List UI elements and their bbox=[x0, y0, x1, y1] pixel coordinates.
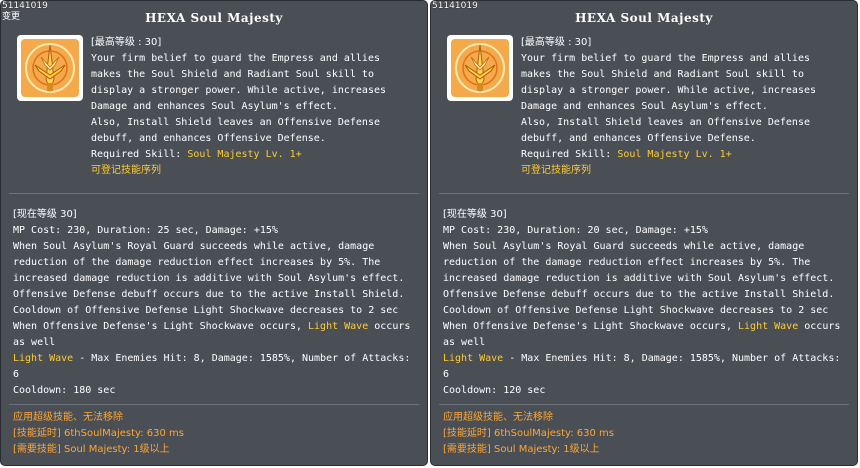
skill-id: 51141019 bbox=[2, 1, 48, 11]
effect-line: Cooldown of Offensive Defense Light Shoc… bbox=[13, 305, 399, 316]
desc-line: makes the Soul Shield and Radiant Soul s… bbox=[91, 69, 374, 80]
lightwave-detail: - Max Enemies Hit: 8, Damage: 1585%, Num… bbox=[503, 353, 841, 364]
as-well-line: as well bbox=[13, 337, 56, 348]
desc-line: Damage and enhances Soul Asylum's effect… bbox=[91, 101, 338, 112]
desc-line: Your firm belief to guard the Empress an… bbox=[91, 53, 380, 64]
desc-line: display a stronger power. While active, … bbox=[521, 85, 817, 96]
occurs-prefix: When Offensive Defense's Light Shockwave… bbox=[13, 321, 309, 332]
occurs-suffix: occurs bbox=[798, 321, 841, 332]
skill-icon-frame bbox=[17, 35, 83, 101]
skill-title: HEXA Soul Majesty bbox=[145, 11, 283, 25]
lightwave-name: Light Wave bbox=[443, 353, 504, 364]
soul-majesty-icon bbox=[451, 39, 509, 97]
registrable-sequence: 可登记技能序列 bbox=[91, 165, 161, 176]
required-skill-label: Required Skill: bbox=[91, 149, 188, 160]
cooldown-line: Cooldown: 180 sec bbox=[13, 385, 116, 396]
skill-level-details: [现在等级 30] MP Cost: 230, Duration: 20 sec… bbox=[443, 207, 853, 399]
soul-majesty-icon bbox=[21, 39, 79, 97]
required-skill-line: Required Skill: Soul Majesty Lv. 1+ bbox=[521, 147, 857, 163]
divider bbox=[9, 404, 419, 405]
skill-icon-frame bbox=[447, 35, 513, 101]
desc-line: Your firm belief to guard the Empress an… bbox=[521, 53, 810, 64]
effect-line: Offensive Defense debuff occurs due to t… bbox=[13, 289, 405, 300]
skill-level-details: [现在等级 30] MP Cost: 230, Duration: 25 sec… bbox=[13, 207, 423, 399]
effect-line: reduction of the damage reduction effect… bbox=[13, 257, 381, 268]
desc-line: Also, Install Shield leaves an Offensive… bbox=[91, 117, 380, 128]
max-level-label: [最高等级 : 30] bbox=[91, 37, 162, 48]
skill-id: 51141019 bbox=[432, 1, 478, 11]
footer-line: [需要技能] Soul Majesty: 1级以上 bbox=[13, 444, 170, 455]
occurs-highlight: Light Wave bbox=[308, 321, 369, 332]
lightwave-attacks: 6 bbox=[443, 369, 450, 380]
current-level-label: [现在等级 30] bbox=[13, 209, 77, 220]
desc-line: display a stronger power. While active, … bbox=[91, 85, 387, 96]
footer-line: [需要技能] Soul Majesty: 1级以上 bbox=[443, 444, 600, 455]
occurs-suffix: occurs bbox=[368, 321, 411, 332]
divider bbox=[9, 193, 419, 194]
footer-line: [技能延时] 6thSoulMajesty: 630 ms bbox=[13, 428, 184, 439]
occurs-line: When Offensive Defense's Light Shockwave… bbox=[443, 319, 853, 335]
registrable-sequence: 可登记技能序列 bbox=[521, 165, 591, 176]
cooldown-line: Cooldown: 120 sec bbox=[443, 385, 546, 396]
effect-line: increased damage reduction is additive w… bbox=[13, 273, 405, 284]
current-level-label: [现在等级 30] bbox=[443, 209, 507, 220]
lightwave-name: Light Wave bbox=[13, 353, 74, 364]
lightwave-line: Light Wave - Max Enemies Hit: 8, Damage:… bbox=[443, 351, 853, 367]
as-well-line: as well bbox=[443, 337, 486, 348]
divider bbox=[439, 404, 849, 405]
effect-line: When Soul Asylum's Royal Guard succeeds … bbox=[443, 241, 805, 252]
desc-line: debuff, and enhances Offensive Defense. bbox=[521, 133, 756, 144]
required-skill-line: Required Skill: Soul Majesty Lv. 1+ bbox=[91, 147, 427, 163]
desc-line: debuff, and enhances Offensive Defense. bbox=[91, 133, 326, 144]
skill-tooltip-current: 51141019 变更 HEXA Soul Majesty [最高等级 : 30… bbox=[0, 0, 428, 466]
required-skill-value: Soul Majesty Lv. 1+ bbox=[187, 149, 302, 160]
occurs-highlight: Light Wave bbox=[738, 321, 799, 332]
effect-line: Offensive Defense debuff occurs due to t… bbox=[443, 289, 835, 300]
desc-line: makes the Soul Shield and Radiant Soul s… bbox=[521, 69, 804, 80]
effect-line: Cooldown of Offensive Defense Light Shoc… bbox=[443, 305, 829, 316]
required-skill-label: Required Skill: bbox=[521, 149, 618, 160]
effect-line: When Soul Asylum's Royal Guard succeeds … bbox=[13, 241, 375, 252]
required-skill-value: Soul Majesty Lv. 1+ bbox=[617, 149, 732, 160]
max-level-label: [最高等级 : 30] bbox=[521, 37, 592, 48]
skill-footer: 应用超级技能、无法移除 [技能延时] 6thSoulMajesty: 630 m… bbox=[443, 410, 853, 458]
skill-description: [最高等级 : 30] Your firm belief to guard th… bbox=[91, 35, 427, 179]
desc-line: Also, Install Shield leaves an Offensive… bbox=[521, 117, 810, 128]
skill-tooltip-next: 51141019 HEXA Soul Majesty [最高等级 : 30] Y… bbox=[430, 0, 858, 466]
effect-line: reduction of the damage reduction effect… bbox=[443, 257, 811, 268]
skill-description: [最高等级 : 30] Your firm belief to guard th… bbox=[521, 35, 857, 179]
occurs-line: When Offensive Defense's Light Shockwave… bbox=[13, 319, 423, 335]
footer-line: 应用超级技能、无法移除 bbox=[13, 412, 123, 423]
footer-line: 应用超级技能、无法移除 bbox=[443, 412, 553, 423]
lightwave-attacks: 6 bbox=[13, 369, 20, 380]
divider bbox=[439, 193, 849, 194]
skill-title: HEXA Soul Majesty bbox=[575, 11, 713, 25]
lightwave-line: Light Wave - Max Enemies Hit: 8, Damage:… bbox=[13, 351, 423, 367]
effect-line: increased damage reduction is additive w… bbox=[443, 273, 835, 284]
desc-line: Damage and enhances Soul Asylum's effect… bbox=[521, 101, 768, 112]
occurs-prefix: When Offensive Defense's Light Shockwave… bbox=[443, 321, 739, 332]
footer-line: [技能延时] 6thSoulMajesty: 630 ms bbox=[443, 428, 614, 439]
lightwave-detail: - Max Enemies Hit: 8, Damage: 1585%, Num… bbox=[73, 353, 411, 364]
stats-line: MP Cost: 230, Duration: 25 sec, Damage: … bbox=[13, 225, 278, 236]
skill-footer: 应用超级技能、无法移除 [技能延时] 6thSoulMajesty: 630 m… bbox=[13, 410, 423, 458]
stats-line: MP Cost: 230, Duration: 20 sec, Damage: … bbox=[443, 225, 708, 236]
